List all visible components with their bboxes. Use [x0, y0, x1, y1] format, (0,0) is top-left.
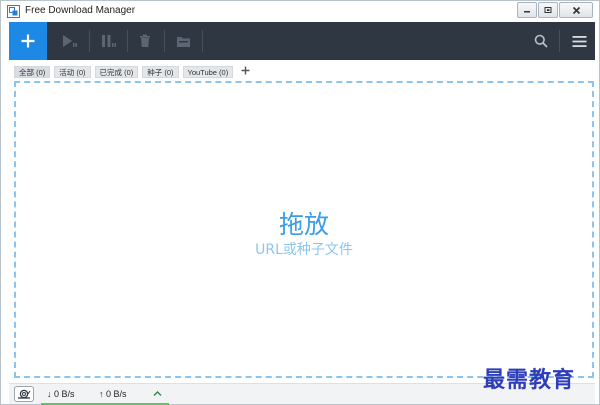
watermark-text: 最需教育 [483, 367, 576, 393]
speed-indicator[interactable]: ↓ 0 B/s ↑ 0 B/s [41, 384, 169, 405]
add-tab-button[interactable] [239, 66, 251, 78]
maximize-button[interactable] [538, 2, 558, 18]
tab-all[interactable]: 全部 (0) [14, 66, 51, 78]
filter-tabs: 全部 (0) 活动 (0) 已完成 (0) 种子 (0) YouTube (0) [14, 66, 251, 78]
plus-icon [241, 66, 250, 75]
minimize-button[interactable] [517, 2, 537, 18]
close-icon [572, 6, 580, 14]
add-download-button[interactable] [9, 22, 47, 60]
window-controls [516, 2, 593, 18]
delete-button[interactable] [126, 22, 164, 60]
play-icon [63, 35, 77, 47]
search-icon [534, 34, 548, 48]
drop-zone-subtitle: URL或种子文件 [255, 242, 353, 258]
search-button[interactable] [522, 22, 560, 60]
pause-button[interactable] [90, 22, 128, 60]
pause-icon [102, 35, 116, 47]
drop-zone-title: 拖放 [278, 210, 329, 239]
app-logo-icon [7, 5, 20, 18]
resume-button[interactable] [51, 22, 89, 60]
main-toolbar [9, 22, 595, 60]
folder-icon [176, 36, 190, 47]
toolbar-separator [202, 30, 203, 52]
tab-completed[interactable]: 已完成 (0) [94, 66, 139, 78]
speed-mode-button[interactable] [14, 386, 34, 402]
menu-icon [572, 35, 586, 47]
main-menu-button[interactable] [560, 22, 598, 60]
close-button[interactable] [559, 2, 593, 18]
tab-youtube[interactable]: YouTube (0) [182, 66, 234, 78]
trash-icon [140, 34, 150, 47]
maximize-icon [544, 7, 552, 13]
download-speed: ↓ 0 B/s [47, 389, 75, 399]
window-title: Free Download Manager [25, 5, 136, 16]
tab-active[interactable]: 活动 (0) [54, 66, 91, 78]
expand-speed-icon[interactable] [153, 389, 162, 399]
title-bar: Free Download Manager [1, 1, 599, 22]
minimize-icon [524, 11, 530, 13]
snail-icon [18, 389, 31, 399]
drop-zone[interactable]: 拖放 URL或种子文件 [14, 81, 594, 378]
app-window: Free Download Manager 全部 (0) 活动 (0) 已完成 … [0, 0, 600, 405]
tab-torrents[interactable]: 种子 (0) [142, 66, 179, 78]
plus-icon [21, 34, 35, 48]
upload-speed: ↑ 0 B/s [99, 389, 127, 399]
open-folder-button[interactable] [164, 22, 202, 60]
